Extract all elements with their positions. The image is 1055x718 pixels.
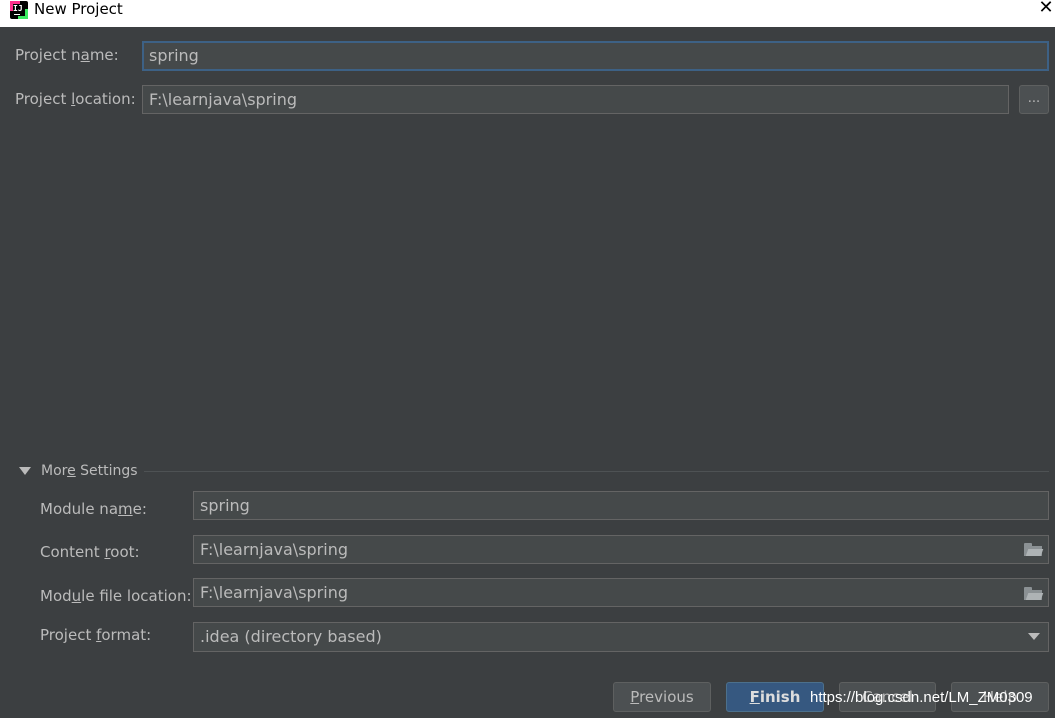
intellij-app-icon: IJ — [10, 1, 28, 19]
window-title: New Project — [34, 0, 123, 18]
more-settings-divider — [144, 471, 1049, 472]
project-name-input[interactable]: spring — [142, 41, 1049, 71]
close-icon[interactable]: ✕ — [1036, 0, 1055, 18]
watermark-text: https://blog.csdn.net/LM_ZM0309 — [810, 689, 1033, 706]
folder-icon[interactable] — [1024, 587, 1044, 600]
content-root-label: Content root: — [40, 543, 140, 561]
project-location-label: Project location: — [15, 90, 136, 108]
project-format-select[interactable]: .idea (directory based) — [193, 622, 1049, 652]
more-settings-toggle[interactable]: More Settings — [41, 463, 138, 479]
project-location-input[interactable]: F:\learnjava\spring — [142, 85, 1009, 114]
previous-button[interactable]: Previous — [613, 682, 711, 712]
module-name-input[interactable]: spring — [193, 491, 1049, 520]
project-format-label: Project format: — [40, 626, 152, 644]
module-name-label: Module name: — [40, 500, 147, 518]
expand-triangle-icon[interactable] — [19, 467, 31, 475]
project-name-label: Project name: — [15, 46, 119, 64]
folder-icon[interactable] — [1024, 543, 1044, 556]
module-file-location-input[interactable]: F:\learnjava\spring — [193, 578, 1049, 607]
content-root-input[interactable]: F:\learnjava\spring — [193, 535, 1049, 564]
browse-location-button[interactable]: ... — [1019, 85, 1049, 114]
title-bar: IJ New Project ✕ — [0, 0, 1055, 27]
module-file-location-label: Module file location: — [40, 587, 192, 605]
chevron-down-icon[interactable] — [1028, 633, 1040, 640]
